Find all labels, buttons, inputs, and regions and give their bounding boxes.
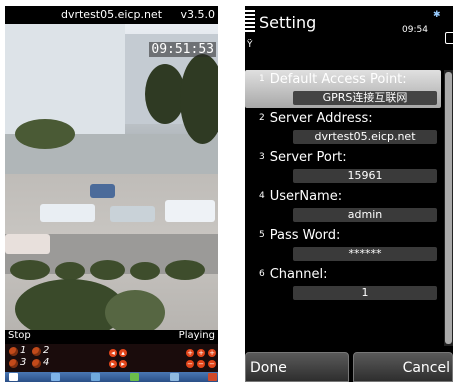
gallery-icon[interactable] xyxy=(51,373,60,381)
channel-2-button[interactable] xyxy=(32,347,41,356)
antenna-icon: Ÿ xyxy=(247,40,253,50)
channel-4-button[interactable] xyxy=(32,359,41,368)
cancel-button[interactable]: Cancel xyxy=(353,352,453,382)
title-bar: Setting 09:54 Ÿ ✱ xyxy=(245,6,453,50)
folder-icon[interactable] xyxy=(91,373,100,381)
playback-status-bar: Stop Playing xyxy=(5,330,218,344)
item-number: 5 xyxy=(259,230,265,240)
username-field[interactable]: admin xyxy=(293,208,437,222)
channel-4-label: 4 xyxy=(43,357,50,368)
item-number: 4 xyxy=(259,191,265,201)
item-label: Default Access Point: xyxy=(269,72,407,87)
scrollbar-thumb[interactable] xyxy=(445,72,452,344)
password-field[interactable]: ****** xyxy=(293,247,437,261)
server-address-field[interactable]: dvrtest05.eicp.net xyxy=(293,130,437,144)
access-point-field[interactable]: GPRS连接互联网 xyxy=(293,91,437,105)
item-number: 1 xyxy=(259,74,265,84)
focus-in-icon[interactable]: + xyxy=(197,349,205,357)
ptz-left-icon[interactable]: ▸ xyxy=(109,360,117,368)
settings-screen: Setting 09:54 Ÿ ✱ 1 Default Access Point:… xyxy=(245,6,453,382)
exit-icon[interactable] xyxy=(208,373,217,381)
ptz-up-left-icon[interactable]: ◂ xyxy=(109,349,117,357)
setting-access-point[interactable]: 1 Default Access Point: GPRS连接互联网 xyxy=(245,70,445,109)
scrollbar[interactable] xyxy=(444,70,453,346)
clock: 09:54 xyxy=(402,25,428,35)
item-number: 2 xyxy=(259,113,265,123)
iris-in-icon[interactable]: + xyxy=(208,349,216,357)
zoom-out-icon[interactable]: − xyxy=(186,360,194,368)
setting-server-address[interactable]: 2 Server Address: dvrtest05.eicp.net xyxy=(245,109,445,148)
channel-1-button[interactable] xyxy=(9,347,18,356)
bluetooth-icon: ✱ xyxy=(433,10,441,20)
page-title: Setting xyxy=(259,13,317,32)
server-port-field[interactable]: 15961 xyxy=(293,169,437,183)
bottom-toolbar xyxy=(5,372,218,382)
camera-video-feed[interactable]: 09:51:53 xyxy=(5,24,218,330)
item-label: Channel: xyxy=(269,267,328,282)
channel-field[interactable]: 1 xyxy=(293,286,437,300)
item-label: Server Port: xyxy=(269,150,347,165)
setting-channel[interactable]: 6 Channel: 1 xyxy=(245,265,445,304)
setting-password[interactable]: 5 Pass Word: ****** xyxy=(245,226,445,265)
channel-2-label: 2 xyxy=(43,345,50,356)
playing-label[interactable]: Playing xyxy=(179,330,215,341)
stop-icon[interactable] xyxy=(9,373,18,381)
control-panel: 1 2 3 4 ◂ ▴ ▸ ▸ + + + − − − xyxy=(5,344,218,372)
item-label: Server Address: xyxy=(269,111,373,126)
version-label: v3.5.0 xyxy=(180,8,216,21)
item-number: 6 xyxy=(259,269,265,279)
stop-label[interactable]: Stop xyxy=(8,330,31,341)
channel-3-label: 3 xyxy=(20,357,27,368)
softkey-bar: Done Cancel xyxy=(245,352,453,382)
settings-list: 1 Default Access Point: GPRS连接互联网 2 Server… xyxy=(245,70,445,304)
viewer-header: dvrtest05.eicp.net v3.5.0 xyxy=(5,6,218,24)
dvr-viewer-screen: dvrtest05.eicp.net v3.5.0 09:51:53 Stop … xyxy=(5,6,218,382)
battery-icon xyxy=(445,32,453,44)
setting-server-port[interactable]: 3 Server Port: 15961 xyxy=(245,148,445,187)
zoom-in-icon[interactable]: + xyxy=(186,349,194,357)
item-label: UserName: xyxy=(269,189,343,204)
settings-icon[interactable] xyxy=(130,373,139,381)
channel-1-label: 1 xyxy=(20,345,27,356)
setting-username[interactable]: 4 UserName: admin xyxy=(245,187,445,226)
channel-3-button[interactable] xyxy=(9,359,18,368)
focus-out-icon[interactable]: − xyxy=(197,360,205,368)
download-icon[interactable] xyxy=(170,373,179,381)
item-number: 3 xyxy=(259,152,265,162)
ptz-up-icon[interactable]: ▴ xyxy=(119,349,127,357)
item-label: Pass Word: xyxy=(269,228,341,243)
ptz-right-icon[interactable]: ▸ xyxy=(119,360,127,368)
video-timestamp: 09:51:53 xyxy=(149,42,216,57)
signal-strength-icon xyxy=(245,10,255,44)
iris-out-icon[interactable]: − xyxy=(208,360,216,368)
done-button[interactable]: Done xyxy=(245,352,349,382)
